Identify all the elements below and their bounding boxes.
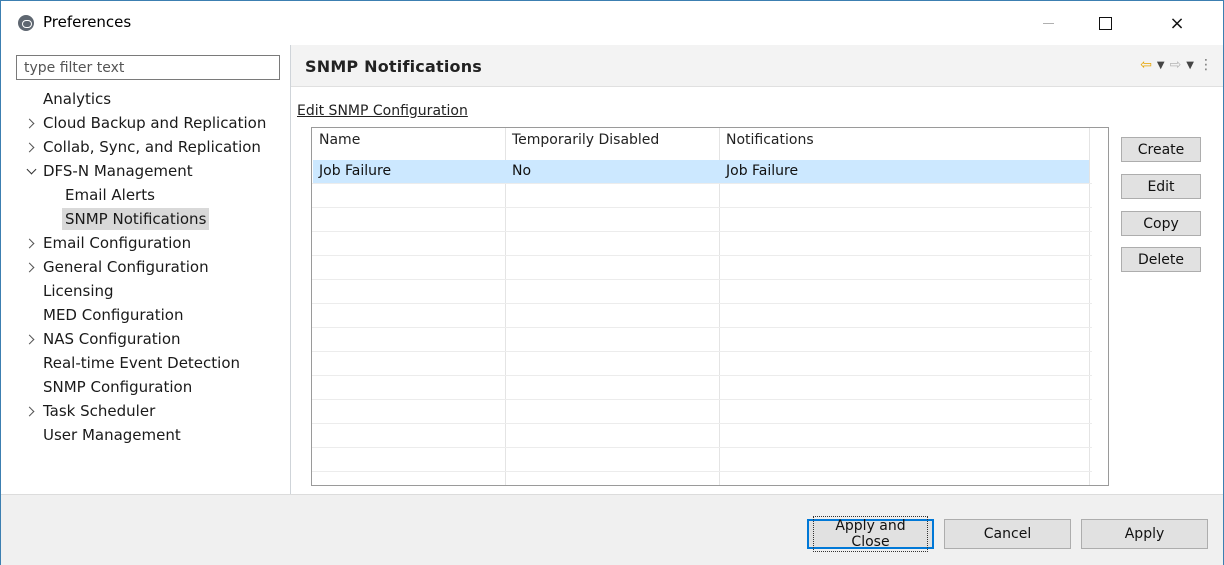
column-header-temporarily-disabled[interactable]: Temporarily Disabled	[506, 128, 659, 152]
copy-button[interactable]: Copy	[1121, 211, 1201, 236]
cell-notifications[interactable]: Job Failure	[720, 160, 798, 183]
title-bar[interactable]: Preferences ×	[1, 1, 1223, 45]
filter-input[interactable]	[16, 55, 280, 80]
close-button[interactable]: ×	[1154, 1, 1200, 45]
chevron-right-icon[interactable]	[25, 328, 37, 351]
back-dropdown-icon[interactable]: ▼	[1157, 60, 1165, 71]
delete-button[interactable]: Delete	[1121, 247, 1201, 272]
cancel-button[interactable]: Cancel	[944, 519, 1071, 549]
row-divider	[312, 183, 1092, 184]
row-divider	[312, 471, 1092, 472]
row-divider	[312, 375, 1092, 376]
forward-arrow-icon[interactable]: ⇨	[1170, 57, 1182, 73]
create-button[interactable]: Create	[1121, 137, 1201, 162]
tree-item-cloud-backup[interactable]: Cloud Backup and Replication	[43, 112, 266, 135]
apply-and-close-button[interactable]: Apply and Close	[807, 516, 934, 552]
row-divider	[312, 207, 1092, 208]
row-divider	[312, 351, 1092, 352]
tree-item-user-management[interactable]: User Management	[43, 424, 181, 447]
chevron-right-icon[interactable]	[25, 256, 37, 279]
apply-button[interactable]: Apply	[1081, 519, 1208, 549]
dialog-footer: Apply and Close Cancel Apply	[1, 494, 1223, 565]
chevron-right-icon[interactable]	[25, 400, 37, 423]
table-row[interactable]	[313, 160, 1089, 183]
chevron-right-icon[interactable]	[25, 232, 37, 255]
column-header-notifications[interactable]: Notifications	[720, 128, 814, 152]
tree-item-real-time-event-detection[interactable]: Real-time Event Detection	[43, 352, 240, 375]
chevron-right-icon[interactable]	[25, 136, 37, 159]
tree-item-collab-sync[interactable]: Collab, Sync, and Replication	[43, 136, 261, 159]
tree-item-snmp-configuration[interactable]: SNMP Configuration	[43, 376, 192, 399]
edit-button[interactable]: Edit	[1121, 174, 1201, 199]
snmp-notifications-table: Name Temporarily Disabled Notifications …	[311, 127, 1109, 486]
close-icon: ×	[1169, 12, 1185, 34]
tree-item-analytics[interactable]: Analytics	[43, 88, 111, 111]
chevron-down-icon[interactable]	[25, 160, 37, 183]
tree-item-general-configuration[interactable]: General Configuration	[43, 256, 209, 279]
minimize-icon	[1042, 22, 1054, 24]
edit-snmp-configuration-link[interactable]: Edit SNMP Configuration	[291, 103, 468, 119]
row-divider	[312, 255, 1092, 256]
row-divider	[312, 327, 1092, 328]
tree-item-email-alerts[interactable]: Email Alerts	[65, 184, 155, 207]
row-divider	[312, 423, 1092, 424]
tree-item-task-scheduler[interactable]: Task Scheduler	[43, 400, 155, 423]
tree-item-med-configuration[interactable]: MED Configuration	[43, 304, 183, 327]
view-menu-icon[interactable]: ⋮	[1199, 57, 1213, 73]
page-header: SNMP Notifications ⇦ ▼ ⇨ ▼ ⋮	[291, 45, 1223, 87]
preference-page: SNMP Notifications ⇦ ▼ ⇨ ▼ ⋮ Edit SNMP C…	[291, 45, 1223, 494]
column-header-name[interactable]: Name	[313, 128, 360, 152]
column-divider[interactable]	[1089, 128, 1090, 485]
page-title: SNMP Notifications	[305, 57, 483, 76]
app-logo-icon	[18, 15, 34, 31]
apply-and-close-label: Apply and Close	[813, 516, 928, 552]
chevron-right-icon[interactable]	[25, 112, 37, 135]
window-title: Preferences	[43, 13, 132, 31]
preferences-window: Preferences × Analytics Cloud Backup and…	[0, 0, 1224, 565]
row-divider	[312, 279, 1092, 280]
cell-name[interactable]: Job Failure	[313, 160, 391, 183]
preferences-tree-pane: Analytics Cloud Backup and Replication C…	[1, 45, 290, 494]
row-divider	[312, 303, 1092, 304]
back-arrow-icon[interactable]: ⇦	[1140, 57, 1152, 73]
row-divider	[312, 231, 1092, 232]
maximize-button[interactable]	[1082, 1, 1128, 45]
tree-item-snmp-notifications[interactable]: SNMP Notifications	[62, 208, 210, 231]
row-divider	[312, 447, 1092, 448]
tree-item-dfs-n-management[interactable]: DFS-N Management	[43, 160, 193, 183]
row-divider	[312, 399, 1092, 400]
page-navigation: ⇦ ▼ ⇨ ▼ ⋮	[1140, 57, 1213, 73]
tree-item-licensing[interactable]: Licensing	[43, 280, 114, 303]
forward-dropdown-icon[interactable]: ▼	[1186, 60, 1194, 71]
tree-item-nas-configuration[interactable]: NAS Configuration	[43, 328, 181, 351]
tree-item-email-configuration[interactable]: Email Configuration	[43, 232, 191, 255]
maximize-icon	[1098, 16, 1112, 30]
cell-temporarily-disabled[interactable]: No	[506, 160, 531, 183]
minimize-button[interactable]	[1025, 1, 1071, 45]
